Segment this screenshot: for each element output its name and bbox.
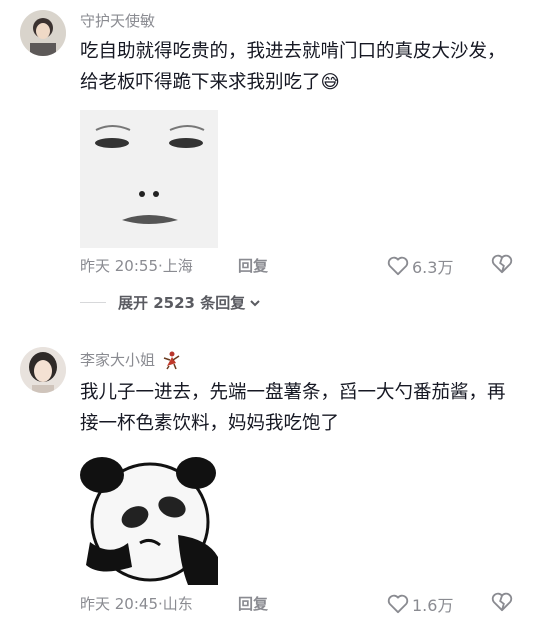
comment-meta: 昨天 20:45·山东	[80, 595, 193, 613]
expand-replies-label: 展开 2523 条回复	[118, 294, 246, 312]
dislike-button[interactable]	[491, 592, 513, 616]
reply-button[interactable]: 回复	[238, 593, 268, 614]
sticker-image[interactable]	[80, 110, 218, 248]
avatar[interactable]	[20, 10, 66, 56]
username-text: 李家大小姐	[80, 351, 156, 369]
dancer-badge-icon	[163, 351, 180, 369]
reply-button[interactable]: 回复	[238, 255, 268, 276]
avatar[interactable]	[20, 347, 66, 393]
dislike-button[interactable]	[491, 254, 513, 278]
like-button[interactable]: 6.3万	[387, 254, 453, 278]
timestamp: 昨天 20:55	[80, 257, 158, 275]
sweat-smile-emoji-icon: 😅	[320, 72, 340, 93]
heart-icon	[387, 594, 409, 614]
like-count: 1.6万	[412, 596, 454, 615]
comment-text: 吃自助就得吃贵的，我进去就啃门口的真皮大沙发，给老板吓得跪下来求我别吃了😅	[80, 36, 520, 98]
username[interactable]: 守护天使敏	[80, 10, 155, 31]
expand-replies-button[interactable]: 展开 2523 条回复	[80, 292, 261, 313]
timestamp: 昨天 20:45	[80, 595, 158, 613]
comment-meta: 昨天 20:55·上海	[80, 257, 193, 275]
panda-meme-icon	[80, 447, 218, 585]
sticker-image[interactable]	[80, 447, 218, 585]
broken-heart-icon	[491, 254, 513, 274]
comment-text: 我儿子一进去，先端一盘薯条，舀一大勺番茄酱，再接一杯色素饮料，妈妈我吃饱了	[80, 382, 506, 434]
like-button[interactable]: 1.6万	[387, 592, 453, 616]
chevron-down-icon	[250, 299, 260, 306]
location: 上海	[162, 257, 193, 275]
divider-line	[80, 302, 106, 303]
comment-text-content: 吃自助就得吃贵的，我进去就啃门口的真皮大沙发，给老板吓得跪下来求我别吃了	[80, 41, 506, 93]
heart-icon	[387, 256, 409, 276]
username[interactable]: 李家大小姐	[80, 349, 181, 370]
meme-face-icon	[80, 110, 218, 248]
broken-heart-icon	[491, 592, 513, 612]
location: 山东	[162, 595, 193, 613]
like-count: 6.3万	[412, 258, 454, 277]
